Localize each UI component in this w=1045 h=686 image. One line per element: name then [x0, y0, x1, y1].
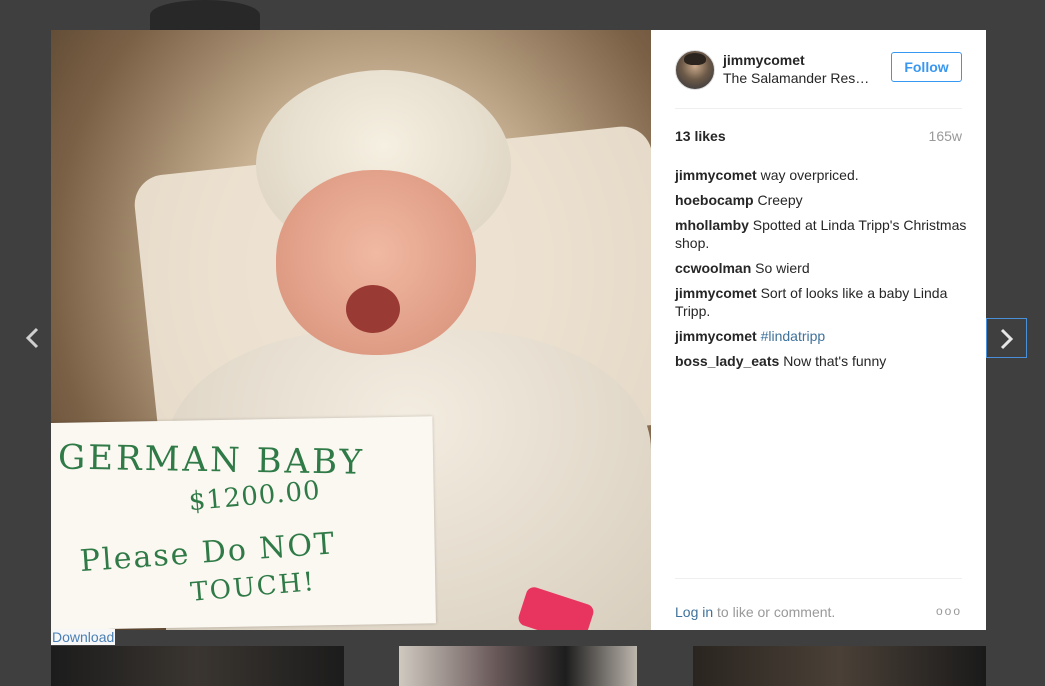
- post-location[interactable]: The Salamander Resort & Spa: [723, 70, 873, 86]
- post-footer: Log in to like or comment. ooo: [675, 578, 962, 620]
- login-link[interactable]: Log in: [675, 604, 713, 620]
- post-header: jimmycomet The Salamander Resort & Spa F…: [675, 50, 962, 109]
- comment-text: Now that's funny: [783, 353, 887, 369]
- photo-baby-mouth: [346, 285, 400, 333]
- chevron-left-icon: [25, 327, 39, 349]
- background-thumbnail[interactable]: [51, 646, 344, 686]
- comment-username[interactable]: boss_lady_eats: [675, 353, 779, 369]
- comment: ccwoolman So wierd: [675, 259, 967, 277]
- comment-username[interactable]: hoebocamp: [675, 192, 754, 208]
- comment: mhollamby Spotted at Linda Tripp's Chris…: [675, 216, 967, 252]
- background-thumbnail[interactable]: [399, 646, 637, 686]
- previous-post-button[interactable]: [12, 318, 52, 358]
- comment-username[interactable]: jimmycomet: [675, 328, 757, 344]
- post-username[interactable]: jimmycomet: [723, 52, 805, 68]
- photo-price-sign: GERMAN BABY $1200.00 Please Do NOT TOUCH…: [51, 416, 436, 630]
- comment: jimmycomet way overpriced.: [675, 166, 967, 184]
- more-options-button[interactable]: ooo: [936, 604, 962, 618]
- background-thumbnail[interactable]: [693, 646, 986, 686]
- comment: jimmycomet Sort of looks like a baby Lin…: [675, 284, 967, 320]
- background-thumbnail-top: [150, 0, 260, 30]
- post-age[interactable]: 165w: [929, 128, 962, 144]
- comment-text: So wierd: [755, 260, 810, 276]
- login-prompt: Log in to like or comment.: [675, 604, 835, 620]
- comment-username[interactable]: ccwoolman: [675, 260, 751, 276]
- next-post-button[interactable]: [986, 318, 1027, 358]
- comment-username[interactable]: mhollamby: [675, 217, 749, 233]
- comment-text: way overpriced.: [760, 167, 859, 183]
- sign-line-2: $1200.00: [187, 475, 322, 518]
- comment: jimmycomet #lindatripp: [675, 327, 967, 345]
- comment-username[interactable]: jimmycomet: [675, 285, 757, 301]
- avatar[interactable]: [675, 50, 715, 90]
- post-modal: GERMAN BABY $1200.00 Please Do NOT TOUCH…: [51, 30, 986, 630]
- post-sidebar: jimmycomet The Salamander Resort & Spa F…: [651, 30, 986, 630]
- comment-hashtag-link[interactable]: #lindatripp: [761, 328, 826, 344]
- comments-list: jimmycomet way overpriced. hoebocamp Cre…: [675, 166, 967, 377]
- comment: boss_lady_eats Now that's funny: [675, 352, 967, 370]
- follow-button[interactable]: Follow: [891, 52, 962, 82]
- comment-username[interactable]: jimmycomet: [675, 167, 757, 183]
- likes-count[interactable]: 13 likes: [675, 128, 726, 144]
- login-prompt-text: to like or comment.: [717, 604, 836, 620]
- sign-line-4: TOUCH!: [189, 567, 317, 608]
- comment: hoebocamp Creepy: [675, 191, 967, 209]
- post-photo[interactable]: GERMAN BABY $1200.00 Please Do NOT TOUCH…: [51, 30, 651, 630]
- comment-text: Creepy: [757, 192, 803, 208]
- download-link[interactable]: Download: [51, 629, 116, 645]
- chevron-right-icon: [1000, 328, 1013, 350]
